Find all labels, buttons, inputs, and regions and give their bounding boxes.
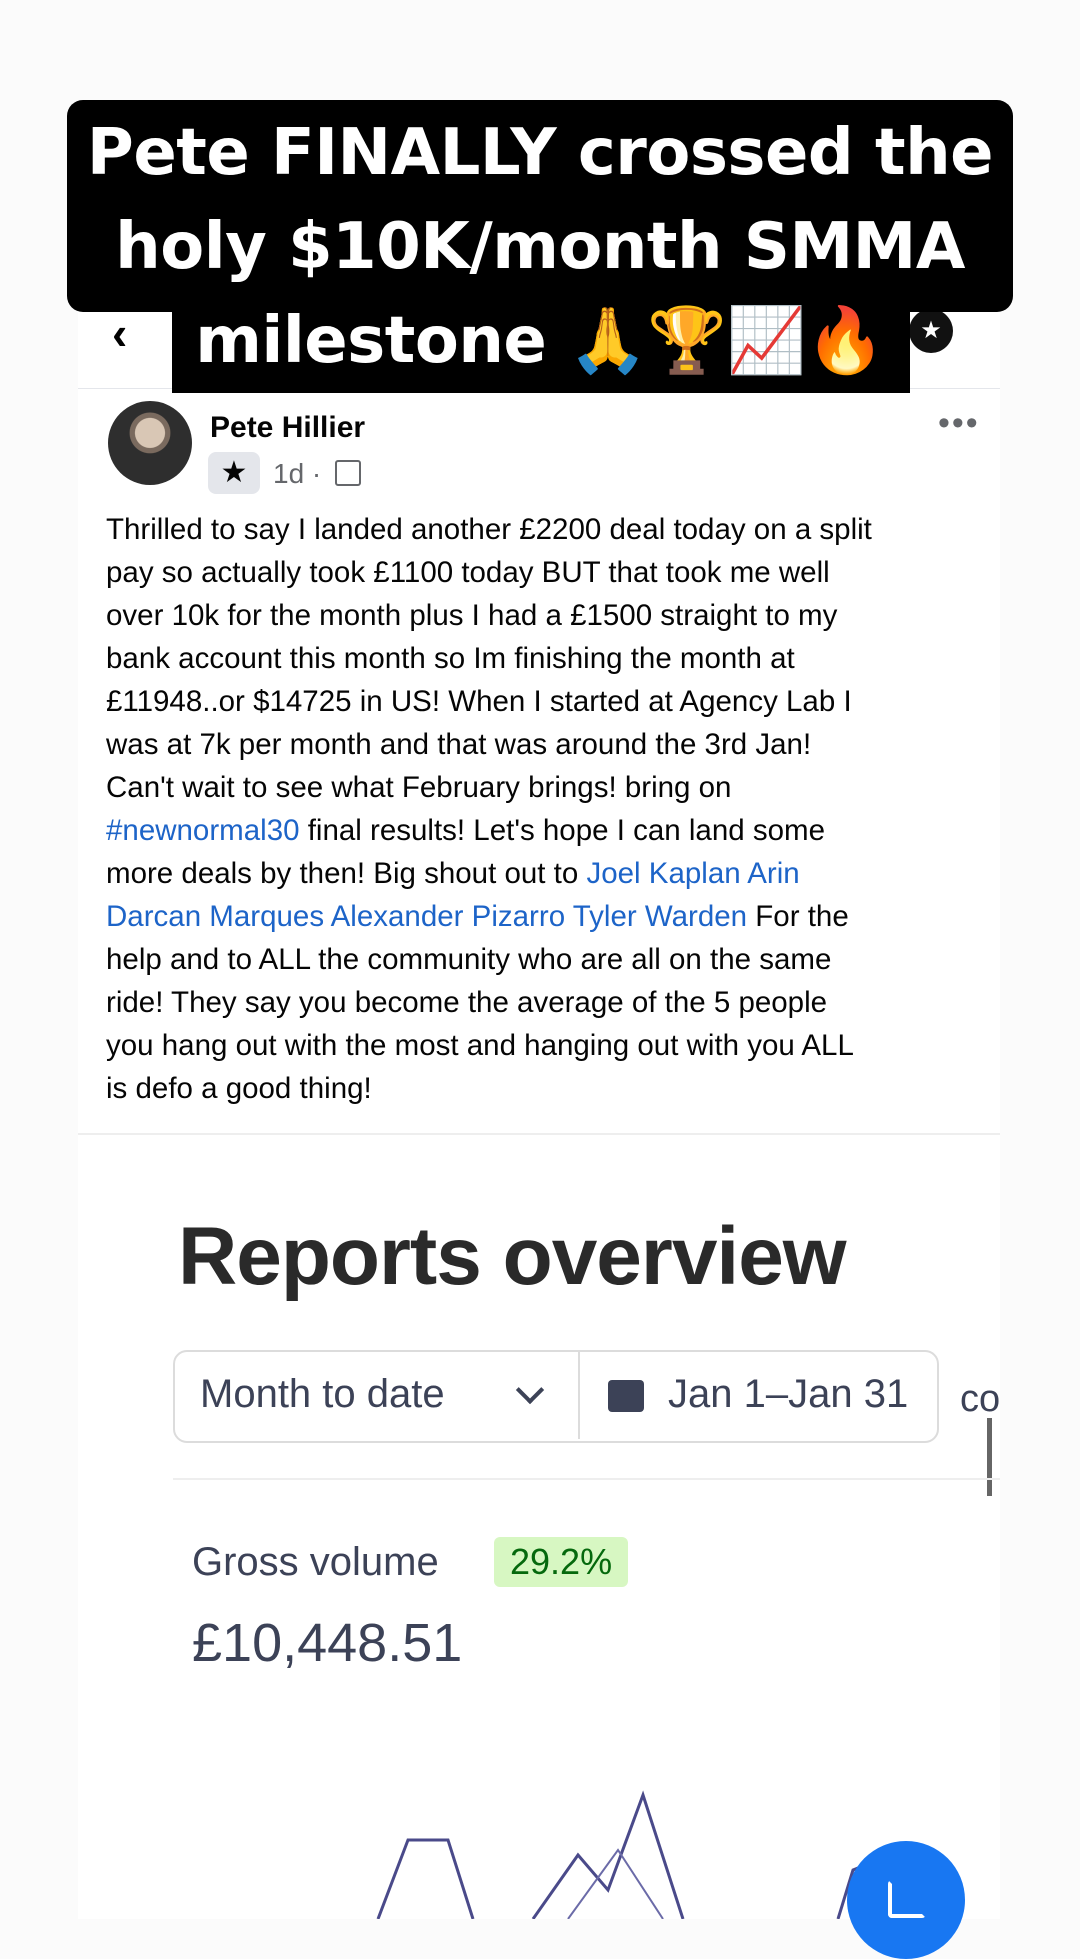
date-range-button[interactable]: Jan 1–Jan 31	[668, 1372, 908, 1417]
chart-line	[531, 1790, 685, 1919]
post-line: pay so actually took £1100 today BUT tha…	[106, 556, 830, 589]
hashtag-link[interactable]: #newnormal30	[106, 814, 300, 847]
more-dots-icon[interactable]: •••	[938, 404, 980, 443]
calendar-icon	[608, 1380, 644, 1412]
post-line: ride! They say you become the average of…	[106, 986, 828, 1019]
caption-line: holy $10K/month SMMA	[115, 210, 965, 284]
story-caption: Pete FINALLY crossed the holy $10K/month…	[67, 106, 1013, 388]
change-badge: 29.2%	[494, 1537, 629, 1587]
top-contributor-star-icon: ★	[208, 452, 260, 494]
post-line: Darcan Marques Alexander Pizarro Tyler W…	[106, 895, 996, 938]
post-text: Thrilled to say I landed another £2200 d…	[106, 508, 996, 1110]
reports-title: Reports overview	[178, 1211, 847, 1302]
caption-line: milestone 🙏🏆📈🔥	[195, 304, 885, 378]
post-line: more deals by then! Big shout out to Joe…	[106, 852, 996, 895]
mention-link[interactable]: Darcan Marques Alexander Pizarro Tyler W…	[106, 900, 747, 933]
post-meta: 1d ·	[273, 458, 362, 490]
post-line-text: more deals by then! Big shout out to	[106, 857, 587, 890]
edit-icon[interactable]	[888, 1880, 926, 1918]
post-time[interactable]: 1d ·	[273, 458, 321, 489]
post-line: over 10k for the month plus I had a £150…	[106, 599, 838, 632]
divider	[173, 1478, 1000, 1480]
post-line-text: For the	[747, 900, 849, 933]
post-line: help and to ALL the community who are al…	[106, 943, 832, 976]
avatar[interactable]	[108, 401, 192, 485]
post-line-text: final results! Let's hope I can land som…	[299, 814, 825, 847]
group-icon	[335, 460, 362, 486]
gross-volume-label: Gross volume	[192, 1540, 439, 1584]
post-line: #newnormal30 final results! Let's hope I…	[106, 809, 996, 852]
divider	[78, 1133, 1000, 1135]
post-line: Can't wait to see what February brings! …	[106, 771, 732, 804]
post-line: £11948..or $14725 in US! When I started …	[106, 685, 852, 718]
scrollbar[interactable]	[987, 1418, 992, 1496]
chart-line	[376, 1838, 475, 1919]
post-line: Thrilled to say I landed another £2200 d…	[106, 513, 872, 546]
post-line: was at 7k per month and that was around …	[106, 728, 812, 761]
gross-volume-value: £10,448.51	[192, 1613, 463, 1673]
post-line: you hang out with the most and hanging o…	[106, 1029, 854, 1062]
author-name[interactable]: Pete Hillier	[210, 411, 365, 445]
filter-divider	[578, 1352, 580, 1439]
caption-line: Pete FINALLY crossed the	[86, 116, 994, 190]
compare-button[interactable]: co	[960, 1378, 1000, 1421]
post-line: is defo a good thing!	[106, 1072, 372, 1105]
period-select[interactable]: Month to date	[200, 1372, 445, 1417]
post-line: bank account this month so Im finishing …	[106, 642, 795, 675]
mention-link[interactable]: Joel Kaplan Arin	[586, 857, 799, 890]
